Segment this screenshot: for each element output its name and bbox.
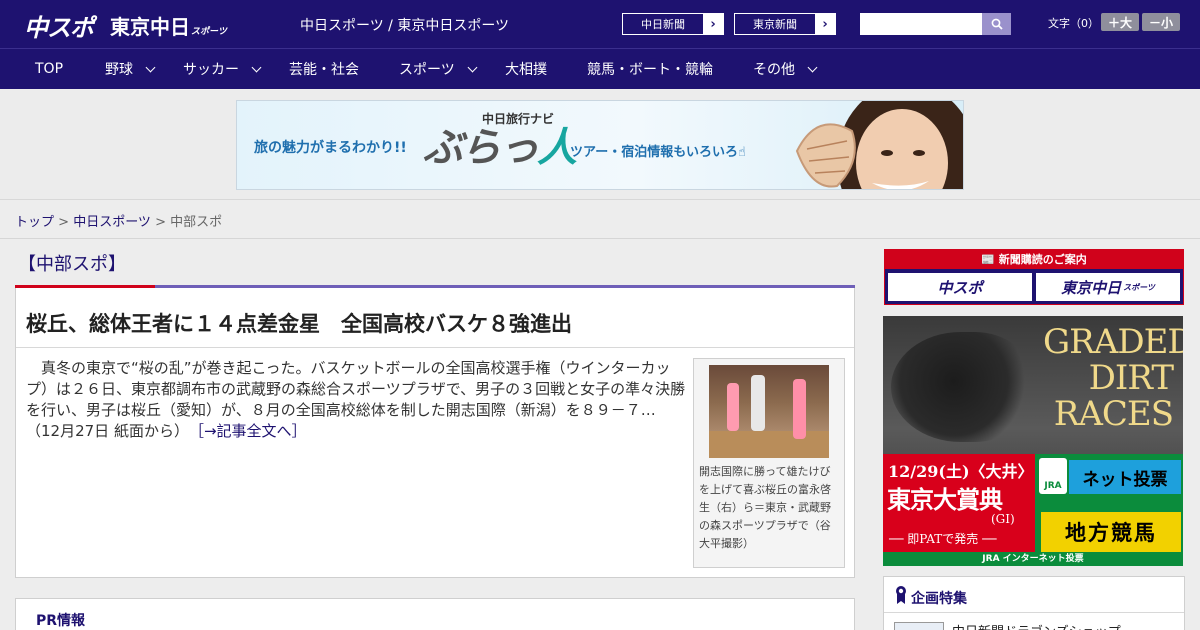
nav-item-sumo[interactable]: 大相撲 [505,49,547,89]
font-size-label: 文字（0） [1048,17,1099,30]
chunichi-shimbun-label: 中日新聞 [641,18,685,31]
article-body: 真冬の東京で“桜の乱”が巻き起こった。バスケットボールの全国高校選手権（ウインタ… [26,358,686,442]
subscribe-tokyo-button[interactable]: 東京中日 スポーツ [1036,273,1180,301]
ad-chiho-keiba: 地方競馬 [1041,512,1181,552]
ad-grade: (GI) [991,512,1015,526]
travel-ad-banner[interactable]: 旅の魅力がまるわかり!! ぶらっ人 中日旅行ナビ ツアー・宿泊情報もいろいろ☝ [236,100,964,190]
special-feature-title: 企画特集 [911,591,967,607]
nav-label: 野球 [105,62,133,78]
pr-label: PR情報 [36,613,86,629]
chevron-down-icon [807,62,818,72]
jra-logo: JRA [1039,458,1067,494]
divider [0,238,1200,239]
nav-item-entertainment[interactable]: 芸能・社会 [289,49,359,89]
subscription-box: 📰 新聞購読のご案内 中スポ 東京中日 スポーツ [884,249,1184,305]
nav-label: 大相撲 [505,62,547,78]
ad-race-name: 東京大賞典 [887,485,1003,514]
chunichi-shimbun-button[interactable]: 中日新聞 › [622,13,724,35]
tokyo-chunichi-logo[interactable]: 東京中日スポーツ [110,11,227,40]
special-feature-header: 企画特集 [884,577,1184,613]
article-photo-box: 開志国際に勝って雄たけびを上げて喜ぶ桜丘の富永啓生（右）ら＝東京・武蔵野の森スポ… [693,358,845,568]
subscribe-chuspo-button[interactable]: 中スポ [888,273,1032,301]
chevron-down-icon [145,62,156,72]
tokyo-logo-sub: スポーツ [191,27,227,37]
banner-brand-a: ぶらっ [423,125,539,171]
ribbon-icon [896,586,906,604]
nav-label: 競馬・ボート・競輪 [587,62,713,78]
tokyo-logo-text: 東京中日 [110,15,190,39]
photo-caption: 開志国際に勝って雄たけびを上げて喜ぶ桜丘の富永啓生（右）ら＝東京・武蔵野の森スポ… [699,465,831,550]
subscription-caption-text: 新聞購読のご案内 [998,253,1087,266]
article-photo[interactable] [709,365,829,458]
special-feature-box: 企画特集 中日新聞ドラゴンズショップ [883,576,1185,630]
subscribe-tokyo-sub: スポーツ [1123,282,1155,292]
breadcrumb-sep: > [54,215,74,230]
divider [16,347,854,348]
ad-net-vote: ネット投票 [1069,460,1181,494]
article-card: 桜丘、総体王者に１４点差金星 全国高校バスケ８強進出 真冬の東京で“桜の乱”が巻… [15,288,855,578]
ad-graded-line: DIRT [1088,358,1174,398]
main-nav: TOP 野球 サッカー 芸能・社会 スポーツ 大相撲 競馬・ボート・競輪 その他 [0,48,1200,89]
banner-navi-label: 中日旅行ナビ [482,112,555,126]
chevron-right-icon: › [815,14,835,34]
tokyo-shimbun-button[interactable]: 東京新聞 › [734,13,836,35]
banner-info: ツアー・宿泊情報もいろいろ☝ [570,145,746,160]
photo-court [709,431,829,458]
nav-label: 芸能・社会 [289,62,359,78]
nav-item-soccer[interactable]: サッカー [183,49,262,89]
chuspo-logo[interactable]: 中スポ [24,8,94,43]
font-smaller-button[interactable]: －小 [1142,13,1180,31]
article-text: 真冬の東京で“桜の乱”が巻き起こった。バスケットボールの全国高校選手権（ウインタ… [26,359,686,440]
font-bigger-button[interactable]: ＋大 [1101,13,1139,31]
tokyo-shimbun-label: 東京新聞 [753,18,797,31]
horse-silhouette [891,332,1031,442]
breadcrumb-parent[interactable]: 中日スポーツ [73,215,151,230]
site-title: 中日スポーツ / 東京中日スポーツ [300,18,510,34]
jra-race-ad[interactable]: GRADED DIRT RACES 12/29(土)〈大井〉 東京大賞典 (GI… [883,316,1183,566]
nav-item-other[interactable]: その他 [753,49,818,89]
search-icon [991,18,1003,30]
nav-label: スポーツ [399,62,455,78]
search-input[interactable] [860,13,982,35]
nav-item-baseball[interactable]: 野球 [105,49,156,89]
chevron-down-icon [467,62,478,72]
top-header: 中スポ 東京中日スポーツ 中日スポーツ / 東京中日スポーツ 中日新聞 › 東京… [0,0,1200,48]
nav-label: TOP [35,61,64,77]
chevron-right-icon: › [703,14,723,34]
banner-tagline: 旅の魅力がまるわかり!! [254,140,407,156]
section-title: 【中部スポ】 [18,254,126,275]
breadcrumb: トップ > 中日スポーツ > 中部スポ [15,211,222,230]
article-headline[interactable]: 桜丘、総体王者に１４点差金星 全国高校バスケ８強進出 [26,308,572,338]
ad-footer: JRA インターネット投票 [883,552,1183,566]
pr-section: PR情報 [15,598,855,630]
woman-with-shell-image [795,101,963,189]
photo-player [793,379,806,439]
shop-thumbnail[interactable] [894,622,944,630]
subscribe-tokyo-label: 東京中日 [1061,278,1122,297]
nav-label: サッカー [183,62,239,78]
search-button[interactable] [982,13,1011,35]
nav-item-racing[interactable]: 競馬・ボート・競輪 [587,49,713,89]
read-more-link[interactable]: ［→記事全文へ］ [196,422,306,440]
ad-pat: ── 即PATで発売 ── [889,532,997,546]
photo-player [751,375,765,431]
ad-date: 12/29(土)〈大井〉 [888,462,1034,481]
breadcrumb-current: 中部スポ [170,215,223,230]
special-feature-link[interactable]: 中日新聞ドラゴンズショップ [952,621,1121,630]
ad-graded-line: RACES [1053,394,1174,434]
ad-graded-line: GRADED [1043,322,1183,362]
subscription-caption: 📰 新聞購読のご案内 [885,250,1183,269]
photo-player [727,383,739,431]
nav-label: その他 [753,62,795,78]
nav-item-sports[interactable]: スポーツ [399,49,478,89]
chevron-down-icon [251,62,262,72]
nav-item-top[interactable]: TOP [35,49,63,89]
breadcrumb-home[interactable]: トップ [15,215,54,230]
ad-graded-text: GRADED DIRT RACES [1043,322,1183,434]
breadcrumb-sep: > [150,215,171,230]
